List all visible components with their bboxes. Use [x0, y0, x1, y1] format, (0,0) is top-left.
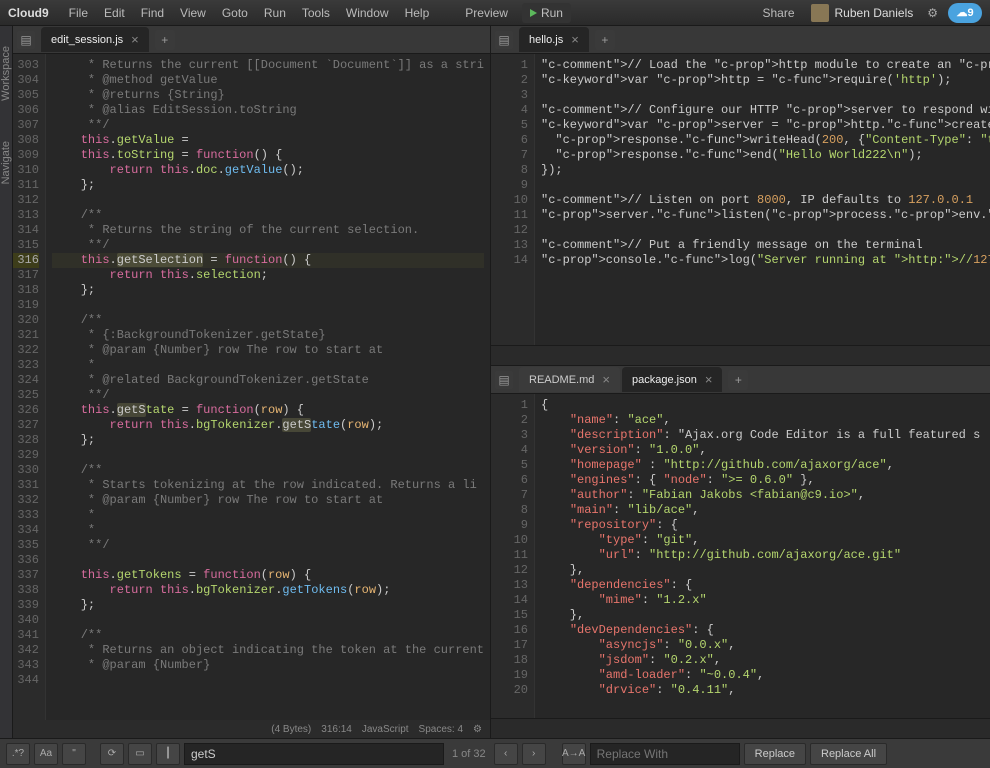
regex-toggle[interactable]: .*? — [6, 743, 30, 765]
menu-view[interactable]: View — [172, 2, 214, 24]
run-button[interactable]: Run — [522, 3, 571, 23]
rt-gutter: 1234567891011121314 — [491, 54, 535, 345]
left-tabbar: ▤ edit_session.js × + — [13, 26, 490, 54]
tab-add-button[interactable]: + — [728, 370, 748, 390]
word-toggle[interactable]: " — [62, 743, 86, 765]
tab-readme[interactable]: README.md × — [519, 367, 620, 392]
status-bytes: (4 Bytes) — [271, 724, 311, 735]
next-match-button[interactable]: › — [522, 743, 546, 765]
rt-code[interactable]: "c-comment">// Load the "c-prop">http mo… — [535, 54, 990, 345]
right-top-pane: ▤ hello.js × + 1234567891011121314 "c-co… — [491, 26, 990, 366]
run-label: Run — [541, 6, 563, 20]
wrap-toggle[interactable]: ⟳ — [100, 743, 124, 765]
status-spaces[interactable]: Spaces: 4 — [419, 724, 463, 735]
search-input[interactable] — [184, 743, 444, 765]
tab-package-json[interactable]: package.json × — [622, 367, 722, 392]
avatar-icon — [811, 4, 829, 22]
menubar: Cloud9 File Edit Find View Goto Run Tool… — [0, 0, 990, 26]
close-icon[interactable]: × — [705, 372, 713, 387]
cloud9-icon[interactable]: ☁9 — [948, 3, 982, 23]
user-name: Ruben Daniels — [835, 6, 914, 20]
tab-add-button[interactable]: + — [595, 30, 615, 50]
gear-icon[interactable]: ⚙ — [473, 724, 482, 735]
left-gutter: 3033043053063073083093103113123133143153… — [13, 54, 46, 720]
searchbar: .*? Aa " ⟳ ▭ ┃ 1 of 32 ‹ › A→A Replace R… — [0, 738, 990, 768]
app-logo[interactable]: Cloud9 — [8, 6, 49, 20]
close-icon[interactable]: × — [602, 372, 610, 387]
replace-all-button[interactable]: Replace All — [810, 743, 887, 765]
sidebar-navigate[interactable]: Navigate — [0, 141, 12, 184]
tab-label: README.md — [529, 374, 594, 386]
menu-window[interactable]: Window — [338, 2, 397, 24]
right-bottom-tabbar: ▤ README.md × package.json × + — [491, 366, 990, 394]
sidebar: Workspace Navigate — [0, 26, 13, 738]
case-toggle[interactable]: Aa — [34, 743, 58, 765]
menu-find[interactable]: Find — [133, 2, 172, 24]
gear-icon[interactable]: ⚙ — [927, 6, 938, 20]
prev-match-button[interactable]: ‹ — [494, 743, 518, 765]
preserve-case-toggle[interactable]: A→A — [562, 743, 586, 765]
user-menu[interactable]: Ruben Daniels — [811, 4, 914, 22]
play-icon — [530, 9, 537, 17]
menu-edit[interactable]: Edit — [96, 2, 133, 24]
right-bottom-pane: ▤ README.md × package.json × + 123456789… — [491, 366, 990, 738]
right-bottom-statusbar: 9:21 JSON Spaces: 4 ⚙ — [491, 718, 990, 738]
status-pos[interactable]: 316:14 — [321, 724, 352, 735]
right-bottom-editor[interactable]: 1234567891011121314151617181920 { "name"… — [491, 394, 990, 718]
tab-label: hello.js — [529, 34, 563, 46]
pane-menu-icon[interactable]: ▤ — [495, 31, 513, 49]
menu-file[interactable]: File — [61, 2, 96, 24]
right-top-statusbar: 9:1 JavaScript Spaces: 2 ⚙ — [491, 345, 990, 365]
sidebar-workspace[interactable]: Workspace — [0, 46, 12, 101]
menu-run[interactable]: Run — [256, 2, 294, 24]
replace-input[interactable] — [590, 743, 740, 765]
left-statusbar: (4 Bytes) 316:14 JavaScript Spaces: 4 ⚙ — [13, 720, 490, 738]
left-editor[interactable]: 3033043053063073083093103113123133143153… — [13, 54, 490, 720]
close-icon[interactable]: × — [571, 32, 579, 47]
right-top-editor[interactable]: 1234567891011121314 "c-comment">// Load … — [491, 54, 990, 345]
search-count: 1 of 32 — [448, 748, 490, 760]
close-icon[interactable]: × — [131, 32, 139, 47]
scope-toggle[interactable]: ┃ — [156, 743, 180, 765]
rb-gutter: 1234567891011121314151617181920 — [491, 394, 535, 718]
left-pane: ▤ edit_session.js × + 303304305306307308… — [13, 26, 491, 738]
pane-menu-icon[interactable]: ▤ — [495, 371, 513, 389]
rb-code[interactable]: { "name": "ace", "description": "Ajax.or… — [535, 394, 990, 718]
tab-label: edit_session.js — [51, 34, 123, 46]
selection-toggle[interactable]: ▭ — [128, 743, 152, 765]
tab-add-button[interactable]: + — [155, 30, 175, 50]
menu-tools[interactable]: Tools — [294, 2, 338, 24]
tab-hello-js[interactable]: hello.js × — [519, 27, 589, 52]
replace-button[interactable]: Replace — [744, 743, 806, 765]
share-button[interactable]: Share — [754, 2, 802, 24]
left-code[interactable]: * Returns the current [[Document `Docume… — [46, 54, 490, 720]
preview-button[interactable]: Preview — [457, 2, 516, 24]
status-lang[interactable]: JavaScript — [362, 724, 409, 735]
menu-help[interactable]: Help — [397, 2, 438, 24]
menu-goto[interactable]: Goto — [214, 2, 256, 24]
right-top-tabbar: ▤ hello.js × + — [491, 26, 990, 54]
tab-label: package.json — [632, 374, 697, 386]
tab-edit-session[interactable]: edit_session.js × — [41, 27, 149, 52]
pane-menu-icon[interactable]: ▤ — [17, 31, 35, 49]
